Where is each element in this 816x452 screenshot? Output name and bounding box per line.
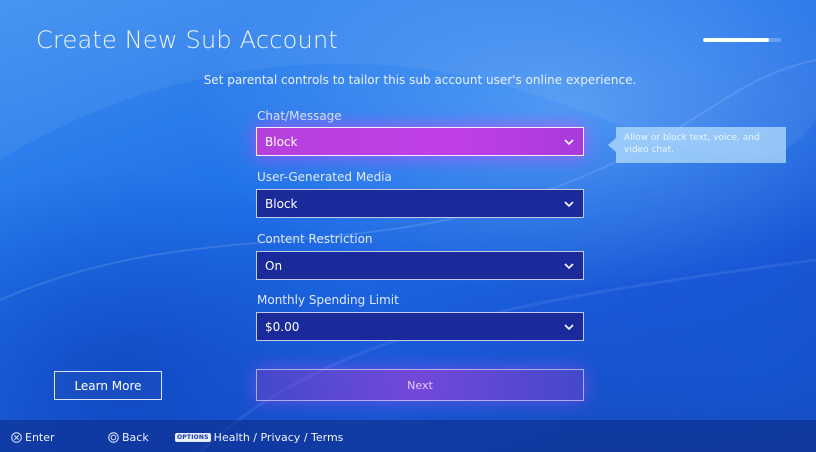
content-restriction-select[interactable]: On: [256, 251, 584, 280]
chevron-down-icon: [564, 263, 574, 270]
chat-message-value: Block: [265, 134, 298, 149]
chat-message-select[interactable]: Block: [256, 127, 584, 156]
page-subtitle: Set parental controls to tailor this sub…: [203, 73, 637, 87]
user-generated-media-value: Block: [265, 196, 298, 211]
footer-options: OPTIONS Health / Privacy / Terms: [175, 431, 343, 444]
user-generated-media-label: User-Generated Media: [257, 170, 392, 184]
cross-button-icon: [11, 432, 22, 443]
progress-indicator: [703, 38, 781, 42]
progress-fill: [703, 38, 770, 42]
options-button-icon: OPTIONS: [175, 433, 211, 442]
footer-options-label: Health / Privacy / Terms: [213, 431, 344, 444]
page-title: Create New Sub Account: [36, 26, 338, 54]
circle-button-icon: [108, 432, 119, 443]
footer-back: Back: [108, 431, 149, 444]
monthly-spending-limit-select[interactable]: $0.00: [256, 312, 584, 341]
chevron-down-icon: [564, 139, 574, 146]
footer-back-label: Back: [122, 431, 149, 444]
monthly-spending-limit-value: $0.00: [265, 319, 300, 334]
footer-bar: Enter Back OPTIONS Health / Privacy / Te…: [0, 420, 816, 452]
monthly-spending-limit-label: Monthly Spending Limit: [257, 293, 399, 307]
user-generated-media-select[interactable]: Block: [256, 189, 584, 218]
chevron-down-icon: [564, 201, 574, 208]
footer-enter-label: Enter: [25, 431, 55, 444]
content-restriction-label: Content Restriction: [257, 232, 373, 246]
chat-message-tooltip: Allow or block text, voice, and video ch…: [608, 127, 786, 163]
footer-enter: Enter: [11, 431, 55, 444]
next-button[interactable]: Next: [256, 369, 584, 401]
learn-more-button[interactable]: Learn More: [54, 371, 162, 400]
chevron-down-icon: [564, 324, 574, 331]
chat-message-label: Chat/Message: [257, 109, 342, 123]
content-restriction-value: On: [265, 258, 283, 273]
